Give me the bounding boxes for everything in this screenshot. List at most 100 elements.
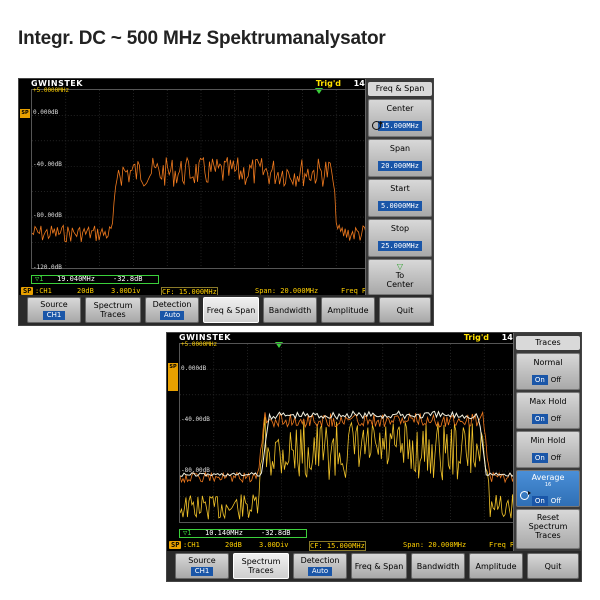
spectrum-trace-max xyxy=(180,410,518,484)
stop-value: 25.000MHz xyxy=(378,241,422,251)
sp-tag: SP xyxy=(21,287,34,295)
scope-screenshot-freq-span: GWINSTEK Trig'd 14 Jul SP +5.0000MHz 0.0… xyxy=(18,78,434,326)
amplitude-label: Amplitude xyxy=(327,305,369,315)
spectrum-display xyxy=(179,343,519,523)
average-label: Average xyxy=(531,473,565,482)
normal-on-off-toggle: On Off xyxy=(531,375,564,385)
center-value: 15.000MHz xyxy=(378,121,422,131)
marker-frequency: 10.140MHz xyxy=(205,529,243,537)
db-label-2: -80.00dB xyxy=(33,212,62,219)
traces-label: Spectrum xyxy=(93,301,133,310)
detection-button[interactable]: Detection Auto xyxy=(145,297,199,323)
top-status-bar: GWINSTEK Trig'd 14 Jul xyxy=(167,333,529,343)
freq-span-label: Freq & Span xyxy=(206,305,256,315)
source-label: Source xyxy=(40,300,68,309)
spectrum-traces-button[interactable]: Spectrum Traces xyxy=(85,297,141,323)
to-center-button[interactable]: ▽ To Center xyxy=(368,259,432,295)
marker-frequency: 19.040MHz xyxy=(57,275,95,283)
bottom-menu-bar: Source CH1 Spectrum Traces Detection Aut… xyxy=(19,295,433,325)
scope-screen: GWINSTEK Trig'd 14 Jul SP +5.0000MHz 0.0… xyxy=(167,333,529,551)
marker-number: ▽1 xyxy=(35,275,44,283)
trigger-status: Trig'd xyxy=(315,79,341,88)
sp-channel-badge: SP xyxy=(20,109,30,118)
span-value: 20.000MHz xyxy=(378,161,422,171)
source-value: CH1 xyxy=(190,567,214,576)
status-span: Span: 20.000MHz xyxy=(403,541,467,549)
knob-icon xyxy=(520,491,531,500)
max-hold-button[interactable]: Max Hold On Off xyxy=(516,392,580,429)
traces-label2: Traces xyxy=(100,310,126,319)
marker-number: ▽1 xyxy=(183,529,192,537)
marker-readout: ▽1 10.140MHz -32.8dB xyxy=(179,529,519,539)
normal-button[interactable]: Normal On Off xyxy=(516,353,580,390)
knob-icon xyxy=(372,121,383,130)
page-title: Integr. DC ~ 500 MHz Spektrumanalysator xyxy=(18,28,386,49)
min-hold-label: Min Hold xyxy=(530,436,566,445)
side-menu-traces: Traces Normal On Off Max Hold On Off Min H… xyxy=(513,333,581,551)
scope-screenshot-traces: GWINSTEK Trig'd 14 Jul SP +5.0000MHz 0.0… xyxy=(166,332,582,582)
span-label: Span xyxy=(389,144,411,153)
spectrum-trace-average xyxy=(180,416,518,520)
bandwidth-label: Bandwidth xyxy=(268,305,312,315)
stop-button[interactable]: Stop 25.000MHz xyxy=(368,219,432,257)
detection-value: Auto xyxy=(307,567,333,576)
db-label-0: 0.000dB xyxy=(33,109,59,116)
status-div: 3.00Div xyxy=(259,541,289,549)
channel-status-row: SP :CH1 20dB 3.00Div CF: 15.000MHz Span:… xyxy=(167,540,529,551)
spectrum-traces-button[interactable]: Spectrum Traces xyxy=(233,553,289,579)
trigger-status: Trig'd xyxy=(463,333,489,342)
center-button[interactable]: Center 15.000MHz xyxy=(368,99,432,137)
sp-tag: SP xyxy=(169,541,182,549)
average-on-off-toggle: On Off xyxy=(531,496,564,506)
average-count: 16 xyxy=(544,482,552,488)
spectrum-grid xyxy=(32,90,370,268)
min-hold-button[interactable]: Min Hold On Off xyxy=(516,431,580,468)
status-db: 20dB xyxy=(225,541,242,549)
detection-label: Detection xyxy=(152,300,192,309)
span-button[interactable]: Span 20.000MHz xyxy=(368,139,432,177)
bandwidth-button[interactable]: Bandwidth xyxy=(411,553,465,579)
source-button[interactable]: Source CH1 xyxy=(27,297,81,323)
freq-span-button[interactable]: Freq & Span xyxy=(351,553,407,579)
start-button[interactable]: Start 5.0000MHz xyxy=(368,179,432,217)
status-channel: :CH1 xyxy=(35,287,52,295)
reset-spectrum-traces-button[interactable]: Reset Spectrum Traces xyxy=(516,509,580,549)
reset-label3: Traces xyxy=(535,531,561,540)
marker-level: -32.8dB xyxy=(113,275,143,283)
quit-button[interactable]: Quit xyxy=(527,553,579,579)
status-span: Span: 20.000MHz xyxy=(255,287,319,295)
db-label-1: -40.00dB xyxy=(33,161,62,168)
source-label: Source xyxy=(188,556,216,565)
quit-label: Quit xyxy=(396,305,414,315)
status-center-frequency: CF: 15.000MHz xyxy=(309,541,366,551)
status-db: 20dB xyxy=(77,287,94,295)
max-hold-on-off-toggle: On Off xyxy=(531,414,564,424)
bandwidth-button[interactable]: Bandwidth xyxy=(263,297,317,323)
amplitude-label: Amplitude xyxy=(475,561,517,571)
max-hold-label: Max Hold xyxy=(529,397,567,406)
amplitude-button[interactable]: Amplitude xyxy=(321,297,375,323)
source-button[interactable]: Source CH1 xyxy=(175,553,229,579)
quit-button[interactable]: Quit xyxy=(379,297,431,323)
stop-label: Stop xyxy=(390,224,410,233)
average-button[interactable]: Average 16 On Off xyxy=(516,470,580,507)
triangle-down-icon: ▽ xyxy=(396,262,404,271)
reset-label2: Spectrum xyxy=(528,522,568,531)
normal-label: Normal xyxy=(533,358,563,367)
bottom-menu-bar: Source CH1 Spectrum Traces Detection Aut… xyxy=(167,551,581,581)
start-label: Start xyxy=(390,184,410,193)
freq-span-button[interactable]: Freq & Span xyxy=(203,297,259,323)
db-label-2: -80.00dB xyxy=(181,467,210,474)
marker-readout: ▽1 19.040MHz -32.8dB xyxy=(31,275,371,285)
source-value: CH1 xyxy=(42,311,66,320)
min-hold-on-off-toggle: On Off xyxy=(531,453,564,463)
amplitude-button[interactable]: Amplitude xyxy=(469,553,523,579)
detection-button[interactable]: Detection Auto xyxy=(293,553,347,579)
scope-screen: GWINSTEK Trig'd 14 Jul SP +5.0000MHz 0.0… xyxy=(19,79,381,297)
side-menu-header: Freq & Span xyxy=(368,82,432,96)
to-label: To xyxy=(395,271,405,280)
spectrum-grid xyxy=(180,344,518,522)
sp-channel-badge: SP xyxy=(168,363,178,391)
db-label-1: -40.00dB xyxy=(181,416,210,423)
marker-level: -32.8dB xyxy=(261,529,291,537)
